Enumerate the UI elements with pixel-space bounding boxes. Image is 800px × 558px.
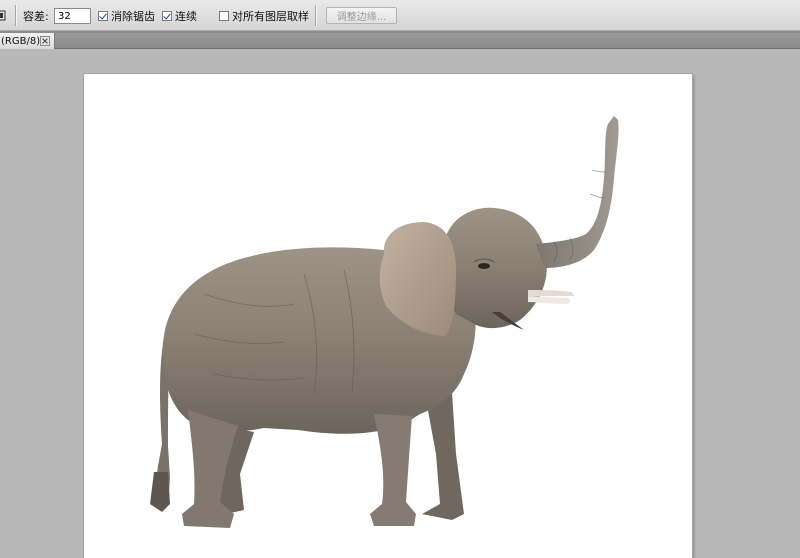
anti-alias-label: 消除锯齿 bbox=[111, 9, 155, 23]
tolerance-label: 容差: bbox=[23, 9, 49, 23]
anti-alias-checkbox[interactable] bbox=[98, 10, 108, 21]
contiguous-label: 连续 bbox=[175, 9, 197, 23]
tolerance-input[interactable] bbox=[54, 8, 91, 24]
separator bbox=[15, 5, 16, 26]
refine-edge-button[interactable]: 调整边缘... bbox=[326, 7, 397, 24]
close-icon[interactable] bbox=[40, 36, 50, 46]
tool-preset-icon[interactable] bbox=[0, 10, 8, 21]
elephant-image bbox=[150, 116, 619, 528]
options-bar: 容差: 消除锯齿 连续 对所有图层取样 调整边缘... bbox=[0, 0, 800, 31]
sample-all-layers-option[interactable]: 对所有图层取样 bbox=[219, 0, 309, 31]
contiguous-option[interactable]: 连续 bbox=[162, 0, 197, 31]
document-canvas[interactable] bbox=[84, 74, 692, 558]
contiguous-checkbox[interactable] bbox=[162, 10, 172, 21]
sample-all-layers-checkbox[interactable] bbox=[219, 10, 229, 21]
anti-alias-option[interactable]: 消除锯齿 bbox=[98, 0, 155, 31]
sample-all-layers-label: 对所有图层取样 bbox=[232, 9, 309, 23]
document-tab-bar: (RGB/8) bbox=[0, 33, 800, 49]
document-tab-label: (RGB/8) bbox=[1, 35, 41, 47]
separator bbox=[315, 5, 316, 26]
